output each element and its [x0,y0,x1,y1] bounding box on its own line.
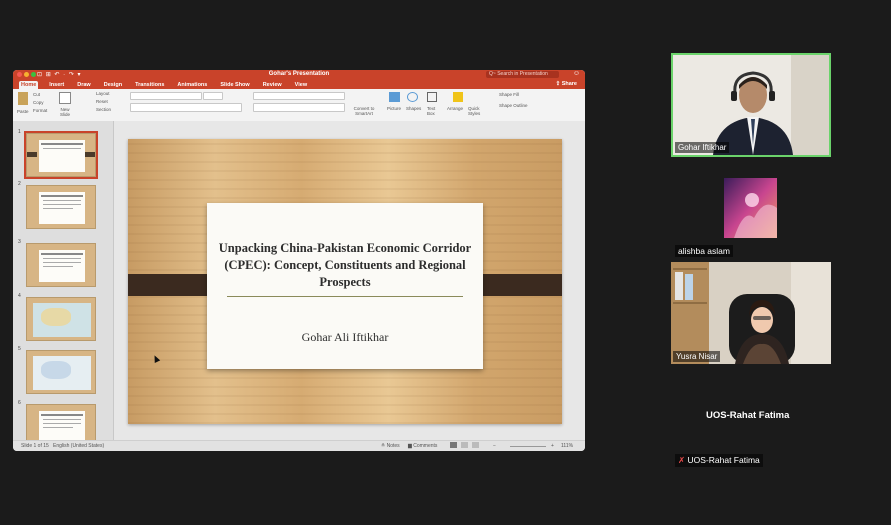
mic-muted-icon: ✗ [678,455,686,465]
new-slide-icon[interactable] [59,92,71,104]
title-divider [227,296,463,297]
tab-home[interactable]: Home [19,81,39,89]
avatar-image [724,178,777,238]
window-titlebar: ⊡ ⊞ ↶ · ↷ ▾ Gohar's Presentation Q~ Sear… [13,70,585,80]
slide-thumbnail-2[interactable] [26,185,96,229]
font-size-field[interactable] [203,92,223,100]
current-slide[interactable]: Unpacking China-Pakistan Economic Corrid… [128,139,562,424]
paragraph-align-group[interactable] [253,103,345,112]
slide-thumbnail-6[interactable] [26,404,96,441]
participant-name: Gohar Iftikhar [675,142,730,153]
section-button[interactable]: Section [96,107,111,112]
zoom-level[interactable]: 111% [561,443,573,449]
text-box-icon[interactable] [427,92,437,102]
video-tile-gohar[interactable]: Gohar Iftikhar [671,53,831,157]
editor-area: 1 2 3 4 5 6 Unpacking China-Pakistan Eco… [13,121,585,441]
slide-number: 3 [18,239,21,245]
video-tile-yusra[interactable]: Yusra Nisar [671,262,831,364]
status-bar: Slide 1 of 15 English (United States) ≙ … [13,440,585,451]
participant-label-rahat: ✗ UOS-Rahat Fatima [675,454,763,467]
view-switcher [450,442,479,448]
slide-title-card: Unpacking China-Pakistan Economic Corrid… [207,203,483,369]
shape-fill-button[interactable]: Shape Fill [499,92,519,97]
slide-thumbnails-panel[interactable]: 1 2 3 4 5 6 [13,121,114,441]
slide-count: Slide 1 of 15 [21,443,49,449]
ribbon-tabs: Home Insert Draw Design Transitions Anim… [13,80,585,89]
tab-view[interactable]: View [293,81,309,89]
new-slide-label: New Slide [59,107,70,117]
tab-design[interactable]: Design [102,81,124,89]
ribbon-home: Paste Cut Copy Format New Slide Layout R… [13,89,585,122]
font-formatting-group[interactable] [130,103,242,112]
tab-transitions[interactable]: Transitions [133,81,166,89]
cut-button[interactable]: Cut [33,92,40,97]
account-icon[interactable]: ☺ [573,70,580,77]
slide-sorter-icon[interactable] [461,442,468,448]
tab-draw[interactable]: Draw [75,81,92,89]
shapes-icon[interactable] [407,92,418,102]
slide-title[interactable]: Unpacking China-Pakistan Economic Corrid… [217,240,473,291]
participant-video [671,262,831,364]
arrange-button[interactable]: Arrange [447,106,463,111]
text-box-label: Text Box [427,106,436,116]
participant-name-alishba: alishba aslam [675,245,733,257]
language-status: English (United States) [52,443,105,449]
participant-name: Yusra Nisar [673,351,721,362]
slide-decor-bar-right [474,274,562,296]
zoom-slider[interactable] [510,446,546,447]
participant-name: alishba aslam [675,245,733,257]
paste-label: Paste [17,109,29,114]
format-painter-button[interactable]: Format [33,108,47,113]
reset-button[interactable]: Reset [96,99,108,104]
tab-animations[interactable]: Animations [175,81,209,89]
zoom-out-button[interactable]: − [493,443,496,449]
comments-button[interactable]: ▆ Comments [408,443,437,449]
slide-thumbnail-5[interactable] [26,350,96,394]
quick-styles-button[interactable]: Quick Styles [468,106,484,116]
zoom-in-button[interactable]: + [551,443,554,449]
search-input[interactable]: Q~ Search in Presentation [486,71,559,78]
layout-button[interactable]: Layout [96,91,110,96]
normal-view-icon[interactable] [450,442,457,448]
picture-icon[interactable] [389,92,400,102]
slide-count-status: Slide 1 of 15 English (United States) [21,443,104,449]
slide-number: 5 [18,346,21,352]
share-button[interactable]: ⇪ Share [556,81,577,87]
shape-outline-button[interactable]: Shape Outline [499,103,528,108]
participant-name: UOS-Rahat Fatima [687,455,760,465]
share-label: Share [561,81,577,87]
picture-label: Picture [387,106,402,111]
paragraph-list-group[interactable] [253,92,345,100]
tab-insert[interactable]: Insert [47,81,66,89]
shared-screen-powerpoint: ⊡ ⊞ ↶ · ↷ ▾ Gohar's Presentation Q~ Sear… [13,70,585,451]
arrange-icon [453,92,463,102]
participant-video [673,55,829,155]
slide-number: 1 [18,129,21,135]
slide-thumbnail-3[interactable] [26,243,96,287]
slide-decor-bar-left [128,274,216,296]
tab-review[interactable]: Review [261,81,284,89]
notes-button[interactable]: ≙ Notes [381,443,400,449]
notes-label: Notes [386,443,400,449]
reading-view-icon[interactable] [472,442,479,448]
font-name-field[interactable] [130,92,202,100]
avatar-alishba [724,178,777,238]
participant-name-rahat: UOS-Rahat Fatima [706,410,790,421]
slide-thumbnail-1[interactable] [24,131,98,179]
copy-button[interactable]: Copy [33,100,44,105]
paste-icon[interactable] [18,92,28,105]
shapes-label: Shapes [406,106,422,111]
comments-label: Comments [413,443,438,449]
tab-slide-show[interactable]: Slide Show [218,81,251,89]
slide-author[interactable]: Gohar Ali Iftikhar [207,330,483,345]
convert-smartart-button[interactable]: Convert to SmartArt [351,106,377,116]
slide-thumbnail-4[interactable] [26,297,96,341]
slide-number: 6 [18,400,21,406]
slide-number: 2 [18,181,21,187]
slide-number: 4 [18,293,21,299]
